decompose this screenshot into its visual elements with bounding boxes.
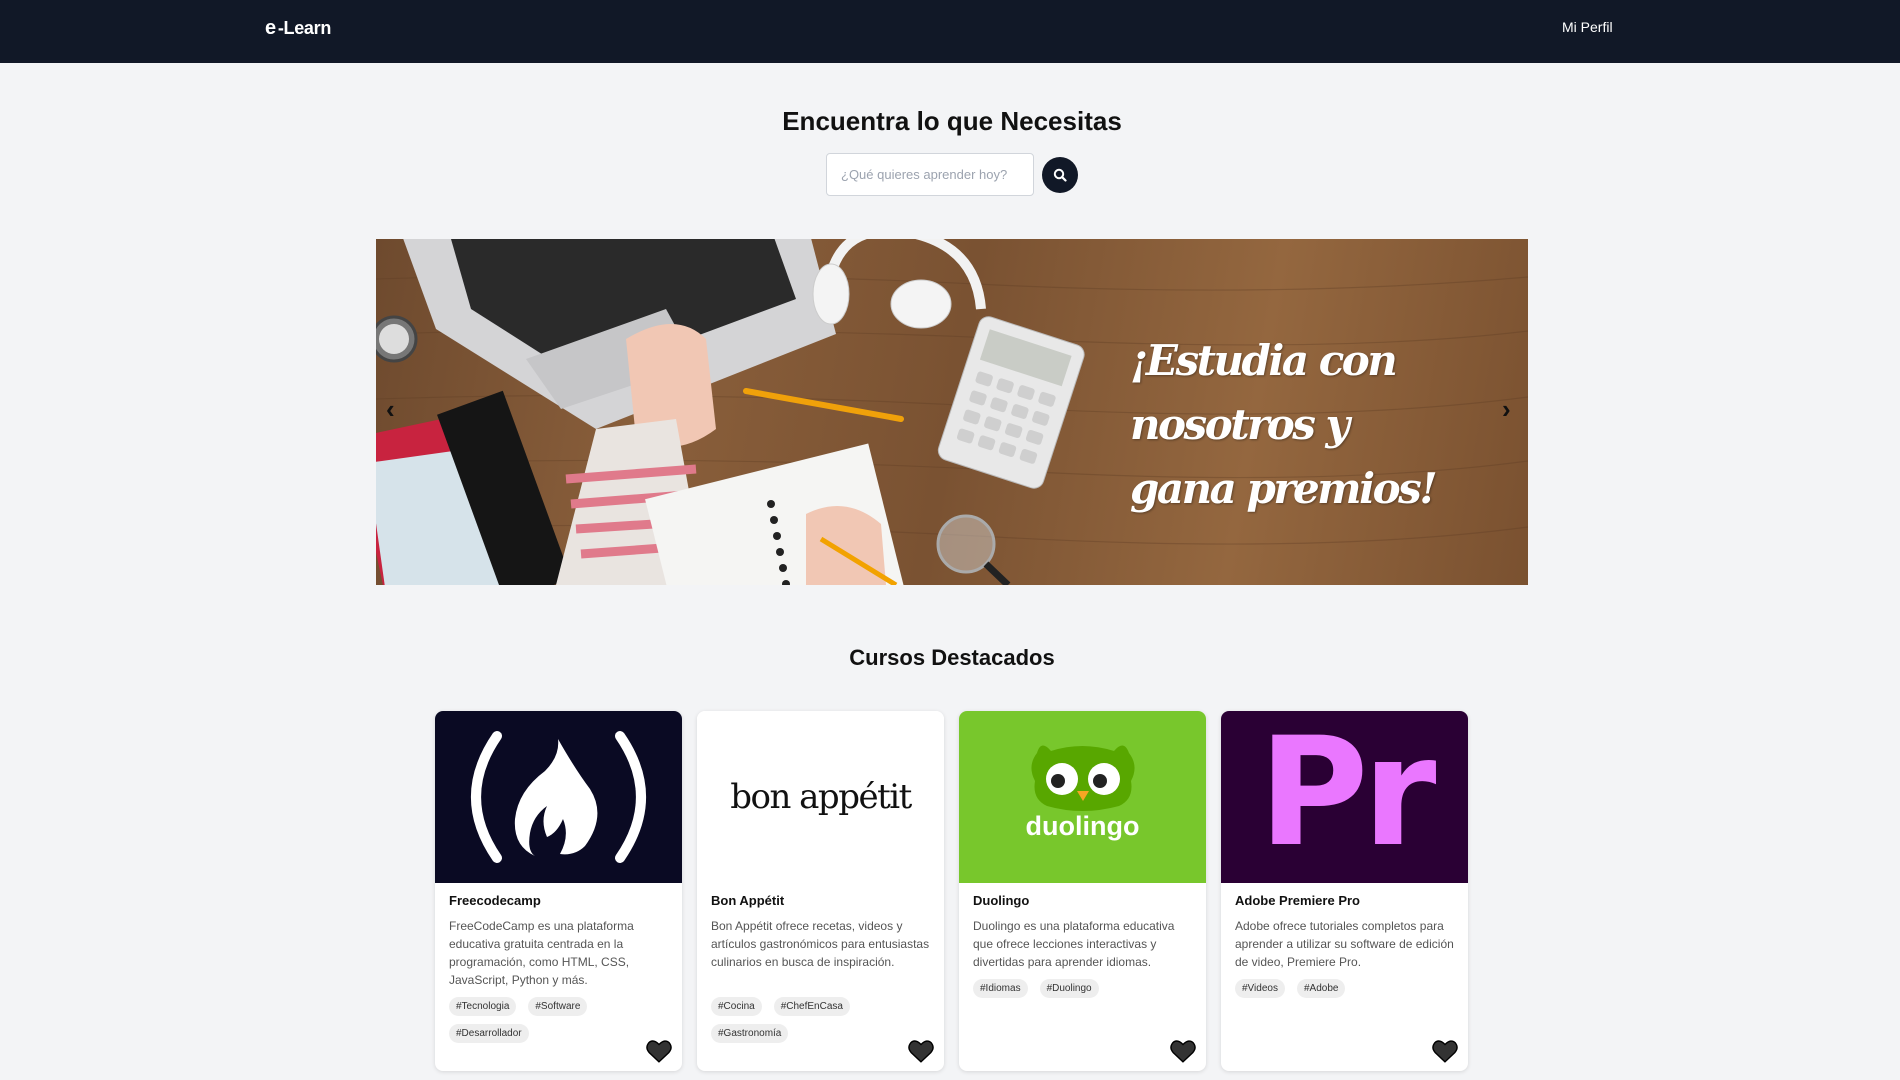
favorite-heart-icon[interactable] [1432,1039,1458,1063]
carousel-prev-button[interactable]: ‹ [386,396,395,422]
profile-link[interactable]: Mi Perfil [1562,19,1613,35]
favorite-heart-icon[interactable] [908,1039,934,1063]
favorite-heart-icon[interactable] [646,1039,672,1063]
carousel-next-button[interactable]: › [1502,396,1511,422]
brand-logo[interactable]: e -Learn [265,17,331,40]
featured-title: Cursos Destacados [849,645,1055,670]
search-bar [826,153,1078,196]
banner-headline: ¡Estudia con nosotros y gana premios! [1130,329,1450,521]
course-image-bon-appetit: bon appétit [697,711,944,883]
search-input[interactable] [826,153,1034,196]
banner-line-1: ¡Estudia con [1130,336,1398,385]
search-icon [1053,168,1067,182]
course-tags: #Cocina #ChefEnCasa #Gastronomía [711,997,901,1043]
banner-line-2: nosotros y [1130,400,1350,449]
course-image-premiere-pro: Pr [1221,711,1468,883]
course-description: Duolingo es una plataforma educativa que… [973,919,1175,969]
navbar: e -Learn Mi Perfil [0,0,1900,63]
brand-text: -Learn [277,18,332,38]
brand-glyph: e [265,17,276,39]
course-title: Bon Appétit [711,893,785,908]
course-tags: #Tecnologia #Software #Desarrollador [449,997,639,1043]
course-card[interactable]: duolingo Duolingo Duolingo es una plataf… [959,711,1206,1071]
course-list: Freecodecamp FreeCodeCamp es una platafo… [435,711,1468,1071]
course-description: FreeCodeCamp es una plataforma educativa… [449,919,634,987]
hero-carousel: ¡Estudia con nosotros y gana premios! ‹ … [376,239,1528,585]
freecodecamp-logo-icon [471,731,646,863]
favorite-heart-icon[interactable] [1170,1039,1196,1063]
course-title: Duolingo [973,893,1030,908]
course-image-duolingo: duolingo [959,711,1206,883]
course-tag[interactable]: #Cocina [711,997,762,1016]
banner-line-3: gana premios! [1130,464,1438,513]
course-tag[interactable]: #Videos [1235,979,1285,998]
course-card[interactable]: Freecodecamp FreeCodeCamp es una platafo… [435,711,682,1071]
duolingo-wordmark: duolingo [1025,811,1140,841]
course-tag[interactable]: #Software [528,997,588,1016]
course-tags: #Videos #Adobe [1235,979,1425,998]
course-image-freecodecamp [435,711,682,883]
search-title: Encuentra lo que Necesitas [782,106,1122,136]
course-card[interactable]: bon appétit Bon Appétit Bon Appétit ofre… [697,711,944,1071]
course-tag[interactable]: #Adobe [1296,979,1346,998]
course-tags: #Idiomas #Duolingo [973,979,1163,998]
course-title: Adobe Premiere Pro [1235,893,1360,908]
course-title: Freecodecamp [449,893,541,908]
course-tag[interactable]: #Tecnologia [449,997,517,1016]
duolingo-owl-icon [1031,745,1135,811]
course-card[interactable]: Pr Adobe Premiere Pro Adobe ofrece tutor… [1221,711,1468,1071]
course-description: Bon Appétit ofrece recetas, videos y art… [711,919,930,969]
course-description: Adobe ofrece tutoriales completos para a… [1235,919,1454,969]
search-button[interactable] [1042,156,1078,193]
course-tag[interactable]: #ChefEnCasa [773,997,850,1016]
premiere-pro-logo: Pr [1258,711,1437,880]
bon-appetit-logo: bon appétit [730,777,912,817]
course-tag[interactable]: #Desarrollador [449,1024,529,1043]
course-tag[interactable]: #Gastronomía [711,1024,789,1043]
course-tag[interactable]: #Duolingo [1039,979,1099,998]
course-tag[interactable]: #Idiomas [973,979,1028,998]
